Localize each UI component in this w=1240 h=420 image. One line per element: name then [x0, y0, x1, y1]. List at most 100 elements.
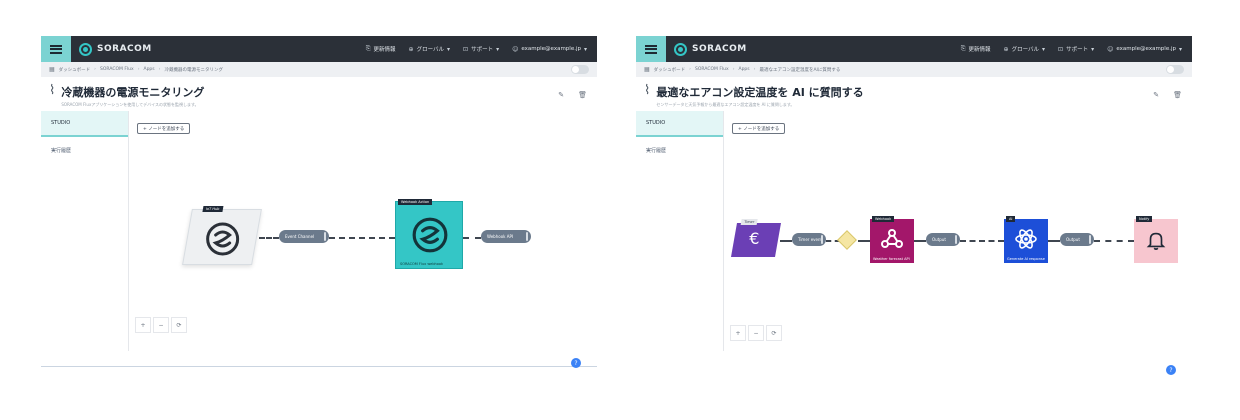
sidebar-item-history[interactable]: 実行履歴	[636, 137, 723, 163]
timer-node[interactable]: Timer €	[731, 219, 781, 257]
webhook-node[interactable]: Webhook Weather forecast API	[870, 216, 914, 263]
nav-user[interactable]: ☺ example@example.jp ▾	[512, 46, 587, 53]
breadcrumb-separator: ›	[689, 67, 691, 72]
zoom-out-button[interactable]: −	[748, 325, 764, 341]
action-node-label: SORACOM Flux webhook	[400, 262, 444, 266]
sidebar-item-studio[interactable]: STUDIO	[41, 111, 128, 137]
top-navbar: SORACOM ⎘ 更新情報 ⊕ グローバル ▾ ⊡ サポート ▾ ☺ example@ex…	[41, 36, 597, 62]
webhook-node-label: Weather forecast API	[873, 257, 910, 261]
sidebar: STUDIO 実行履歴	[41, 111, 129, 351]
flow-icon: ⌇	[644, 83, 651, 98]
edge	[1048, 240, 1060, 242]
nav-news[interactable]: ⎘ 更新情報	[961, 45, 991, 53]
nav-news-label: 更新情報	[968, 47, 991, 53]
page-title: 冷蔵機器の電源モニタリング	[61, 86, 205, 99]
flow-canvas[interactable]: + ノードを追加する Timer € Timer event Webhook W…	[724, 111, 1192, 351]
chevron-down-icon: ▾	[1042, 45, 1046, 53]
webhook-icon	[881, 229, 903, 248]
edge-label-pill[interactable]: Event Channel	[279, 230, 329, 243]
nav-news[interactable]: ⎘ 更新情報	[366, 45, 396, 53]
mode-toggle[interactable]	[571, 65, 589, 74]
chevron-down-icon: ▾	[496, 45, 500, 53]
breadcrumb-item: 最適なエアコン設定温度をAIに質問する	[759, 67, 841, 73]
hamburger-menu-button[interactable]	[636, 36, 666, 62]
brand-name: SORACOM	[97, 44, 152, 54]
atom-icon	[1015, 229, 1037, 249]
reset-view-button[interactable]: ⟳	[171, 317, 187, 333]
help-button[interactable]: ?	[571, 358, 581, 368]
ai-node[interactable]: AI Generate AI response	[1004, 216, 1048, 263]
delete-icon[interactable]: 🗑	[578, 91, 587, 99]
chevron-down-icon: ▾	[1091, 45, 1095, 53]
sidebar-item-studio[interactable]: STUDIO	[636, 111, 723, 137]
webhook-action-node[interactable]: Webhook Action SORACOM Flux webhook	[395, 199, 463, 269]
breadcrumb-item: 冷蔵機器の電源モニタリング	[164, 67, 223, 73]
breadcrumb-item[interactable]: SORACOM Flux	[695, 67, 729, 72]
chevron-down-icon: ▾	[1178, 45, 1182, 53]
nav-user[interactable]: ☺ example@example.jp ▾	[1107, 46, 1182, 53]
dashboard-icon: ▦	[644, 66, 650, 73]
edge	[259, 237, 279, 239]
edge-label-pill[interactable]: Timer event	[792, 233, 826, 246]
brand-name: SORACOM	[692, 44, 747, 54]
nav-global[interactable]: ⊕ グローバル ▾	[409, 45, 451, 54]
flux-icon	[206, 222, 240, 256]
delete-icon[interactable]: 🗑	[1173, 91, 1182, 99]
zoom-in-button[interactable]: +	[135, 317, 151, 333]
breadcrumb: ▦ ダッシュボード › SORACOM Flux › Apps › 冷蔵機器の電…	[41, 62, 597, 77]
sidebar: STUDIO 実行履歴	[636, 111, 724, 351]
page-header: ⌇ 冷蔵機器の電源モニタリング SORACOM Fluxアプリケーションを使用し…	[41, 77, 597, 111]
notify-node-tag: Notify	[1136, 216, 1153, 222]
source-node[interactable]: IoT Hub	[182, 206, 262, 265]
breadcrumb-item[interactable]: Apps	[144, 67, 155, 72]
add-node-button[interactable]: + ノードを追加する	[137, 123, 191, 134]
brand-logo[interactable]: SORACOM	[79, 42, 152, 56]
edge-label-pill[interactable]: Output	[1060, 233, 1094, 246]
edge	[780, 240, 792, 242]
hamburger-menu-button[interactable]	[41, 36, 71, 62]
flux-icon	[412, 217, 448, 253]
toggle-knob	[572, 66, 579, 73]
divider	[41, 366, 597, 367]
help-button[interactable]: ?	[1166, 365, 1176, 375]
breadcrumb-separator: ›	[94, 67, 96, 72]
reset-view-button[interactable]: ⟳	[766, 325, 782, 341]
nav-news-label: 更新情報	[373, 47, 396, 53]
edit-icon[interactable]: ✎	[558, 91, 564, 99]
nav-support-label: サポート	[471, 47, 494, 53]
ai-node-tag: AI	[1006, 216, 1016, 222]
edit-icon[interactable]: ✎	[1153, 91, 1159, 99]
sidebar-item-history[interactable]: 実行履歴	[41, 137, 128, 163]
toggle-knob	[1167, 66, 1174, 73]
breadcrumb-item[interactable]: ダッシュボード	[59, 67, 91, 73]
nav-global-label: グローバル	[416, 47, 445, 53]
page-title: 最適なエアコン設定温度を AI に質問する	[656, 86, 864, 99]
hamburger-icon	[645, 44, 657, 54]
nav-global-label: グローバル	[1011, 47, 1040, 53]
top-navbar: SORACOM ⎘ 更新情報 ⊕ グローバル ▾ ⊡ サポート ▾ ☺ example@ex…	[636, 36, 1192, 62]
condition-node[interactable]	[837, 230, 857, 250]
flow-canvas[interactable]: + ノードを追加する IoT Hub Event Channel Webhook…	[129, 111, 597, 351]
brand-logo[interactable]: SORACOM	[674, 42, 747, 56]
mode-toggle[interactable]	[1166, 65, 1184, 74]
zoom-out-button[interactable]: −	[153, 317, 169, 333]
support-icon: ⊡	[463, 45, 469, 53]
nav-global[interactable]: ⊕ グローバル ▾	[1004, 45, 1046, 54]
nav-user-label: example@example.jp	[521, 46, 581, 52]
nav-support[interactable]: ⊡ サポート ▾	[1058, 45, 1095, 54]
edge-label-pill[interactable]: Output	[926, 233, 960, 246]
edge	[858, 240, 870, 242]
nav-support[interactable]: ⊡ サポート ▾	[463, 45, 500, 54]
support-icon: ⊡	[1058, 45, 1064, 53]
webhook-node-tag: Webhook	[872, 216, 895, 222]
add-node-button[interactable]: + ノードを追加する	[732, 123, 786, 134]
source-node-tag: IoT Hub	[202, 206, 223, 212]
breadcrumb-item[interactable]: ダッシュボード	[654, 67, 686, 73]
edge-label-pill[interactable]: Webhook API	[481, 230, 531, 243]
breadcrumb-item[interactable]: Apps	[739, 67, 750, 72]
notify-node[interactable]: Notify	[1134, 216, 1178, 263]
zoom-in-button[interactable]: +	[730, 325, 746, 341]
breadcrumb-item[interactable]: SORACOM Flux	[100, 67, 134, 72]
left-screenshot: SORACOM ⎘ 更新情報 ⊕ グローバル ▾ ⊡ サポート ▾ ☺ example@ex…	[41, 36, 597, 376]
chevron-down-icon: ▾	[583, 45, 587, 53]
